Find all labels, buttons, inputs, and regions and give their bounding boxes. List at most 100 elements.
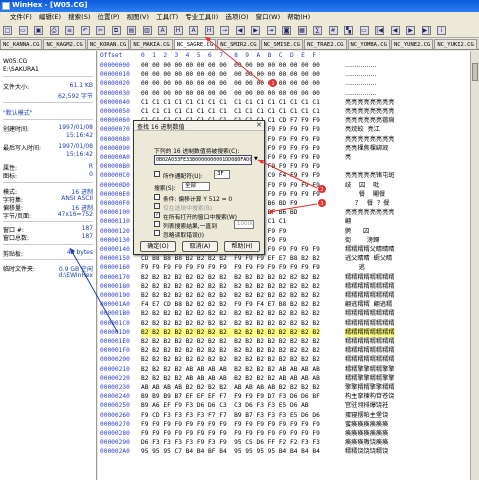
back-icon[interactable]: ◀ (235, 26, 245, 35)
undo-icon[interactable]: ↶ (80, 26, 90, 35)
row-bytes[interactable]: B2 B2 B2 B2 B2 B2 B2 B2 B2 B2 B2 B2 B2 B… (141, 319, 320, 328)
vertical-scrollbar[interactable] (470, 51, 479, 480)
goto-offset-icon[interactable]: ⇥ (266, 26, 276, 35)
row-text[interactable]: 糈糈糈糈父睛睛睛 (345, 245, 395, 254)
row-bytes[interactable]: B9 B9 B9 B7 EF EF EF F7 F9 F9 F9 D7 F3 D… (141, 392, 320, 401)
scroll-thumb[interactable] (472, 63, 478, 81)
row-bytes[interactable]: C1 C1 C1 C1 C1 C1 C1 C1 C1 C1 C1 C1 C1 C… (141, 98, 320, 107)
open-icon[interactable]: ▭ (18, 26, 28, 35)
hex-row[interactable]: 00000280 F9 F9 F9 F9 F9 F9 F9 F9 F9 F9 F9… (98, 429, 470, 438)
hex-row[interactable]: 00000240 B9 B9 B9 B7 EF EF EF F7 F9 F9 F9… (98, 392, 470, 401)
row-text[interactable]: 糈糈糈糈糈糈糈糈 (345, 337, 395, 346)
new-icon[interactable]: □ (3, 26, 12, 35)
row-text[interactable]: 糈糈糈糈糈糈糈糈 (345, 291, 395, 300)
row-bytes[interactable]: CD B8 B8 B8 B2 B2 B2 B2 F9 F9 F9 EF E7 B… (141, 254, 320, 263)
ignore-errors-checkbox[interactable] (154, 230, 160, 236)
chevron-down-icon[interactable]: ▼ (254, 156, 258, 162)
row-text[interactable]: 骻 囚 (345, 227, 369, 236)
find-text-icon[interactable]: A (158, 26, 167, 35)
properties-icon[interactable]: ≡ (65, 26, 74, 35)
menu-pro-tools[interactable]: 专业工具(I) (185, 12, 218, 23)
find-hex-icon[interactable]: H (173, 26, 183, 35)
tab-nc-kagm2-cg[interactable]: NC_KAGM2.CG (43, 39, 86, 49)
hex-row[interactable]: 00000050 C1 C1 C1 C1 C1 C1 C1 C1 C1 C1 C1… (98, 107, 470, 116)
row-text[interactable]: 亮亮亮亮亮亮亮亮 (345, 98, 395, 107)
first-icon[interactable]: |◀ (375, 26, 384, 35)
hex-row[interactable]: 00000250 B9 A6 EF F9 F3 D6 D6 C3 C3 D6 F3… (98, 401, 470, 410)
row-bytes[interactable]: 95 95 95 C7 B4 B4 BF B4 95 95 95 95 B4 B… (141, 447, 320, 456)
tab-nc-smise-cg[interactable]: NC_SMISE.CG (260, 39, 304, 49)
hex-row[interactable]: 00000040 C1 C1 C1 C1 C1 C1 C1 C1 C1 C1 C1… (98, 98, 470, 107)
row-bytes[interactable]: AB AB AB AB B2 B2 B2 B2 AB AB AB AB B2 B… (141, 383, 320, 392)
tab-nc-yomba-cg[interactable]: NC_YOMBA.CG (347, 39, 390, 49)
hex-row[interactable]: 00000180 B2 B2 B2 B2 B2 B2 B2 B2 B2 B2 B2… (98, 282, 470, 291)
row-text[interactable]: ................ (345, 89, 376, 98)
menu-position[interactable]: 位置(P) (97, 12, 119, 23)
hex-row[interactable]: 00000210 B2 B2 B2 B2 AB AB AB AB B2 B2 B2… (98, 365, 470, 374)
row-text[interactable]: 亮亮棵焦棵綁觊 (345, 144, 388, 153)
goto-icon[interactable]: → (220, 26, 229, 35)
hex-row[interactable]: 00000000 00 00 00 00 00 00 00 00 00 00 00… (98, 61, 470, 70)
menu-file[interactable]: 文件(F) (10, 12, 32, 23)
row-text[interactable]: 亮亮亮亮亮亮亮亮 (345, 208, 395, 217)
row-bytes[interactable]: B2 B2 B2 B2 B2 B2 B2 B2 B2 B2 B2 B2 B2 B… (141, 282, 320, 291)
row-bytes[interactable]: C1 C1 C1 C1 C1 C1 C1 C1 C1 C1 C1 C1 C1 C… (141, 107, 320, 116)
row-text[interactable]: 糈糈糈糈糈糈糈糈 (345, 327, 395, 337)
row-bytes[interactable]: 00 00 00 00 00 00 00 00 00 00 00 00 00 0… (141, 61, 320, 70)
row-text[interactable]: 蜜痪痪痪痪痪痪 (345, 420, 388, 429)
tab-nc-kanna-cg[interactable]: NC_KANNA.CG (0, 39, 43, 49)
hex-row[interactable]: 00000270 F9 F9 F9 F9 F9 F9 F9 F9 F9 F9 F9… (98, 420, 470, 429)
row-bytes[interactable]: B2 B2 B2 B2 B2 B2 B2 B2 B2 B2 B2 B2 B2 B… (141, 355, 320, 364)
row-text[interactable]: 亮亮亮亮亮亮亮亮 (345, 135, 395, 144)
tab-nc-yune2-cg[interactable]: NC_YUNE2.CG (390, 39, 434, 49)
hex-row[interactable]: 00000260 F9 CD F3 F3 F3 F3 F7 F7 B9 B7 F3… (98, 411, 470, 420)
row-bytes[interactable]: B2 B2 B2 B2 AB AB AB AB B2 B2 B2 B2 AB A… (141, 374, 320, 383)
row-text[interactable]: 翩逃糈糈 翩逃糈 (345, 300, 392, 309)
row-bytes[interactable]: B2 B2 B2 B2 B2 B2 B2 B2 B2 B2 B2 B2 B2 B… (141, 273, 320, 282)
search-scope-select[interactable]: 全部 (182, 182, 210, 191)
hex-row[interactable]: 00000160 F9 F9 F9 F9 F9 F9 F9 F9 F9 F9 F9… (98, 263, 470, 272)
copy-icon[interactable]: ⧉ (111, 26, 121, 35)
row-text[interactable]: 构主挛楝构苷苍饶 (345, 392, 395, 401)
row-text[interactable]: ................ (345, 61, 376, 70)
row-text[interactable]: 痪痪痪嗷饶痪痪 (345, 438, 388, 447)
row-text[interactable]: 歧 囚 吡 (345, 181, 379, 190)
list-results-checkbox[interactable] (154, 221, 160, 227)
row-text[interactable]: 翩 (345, 217, 351, 226)
folder-icon[interactable]: ▭ (359, 26, 369, 35)
row-text[interactable]: 糈糈擎擎糈糈擎擎 (345, 374, 395, 383)
hex-row[interactable]: 000001C0 B2 B2 B2 B2 B2 B2 B2 B2 B2 B2 B2… (98, 319, 470, 328)
row-bytes[interactable]: B2 B2 B2 B2 AB AB AB AB B2 B2 B2 B2 AB A… (141, 365, 320, 374)
tab-nc-koran-cg[interactable]: NC_KORAN.CG (86, 39, 130, 49)
hex-row[interactable]: 00000290 D6 F3 F3 F3 F3 F9 F3 F9 95 C5 D6… (98, 438, 470, 447)
hex-row[interactable]: 00000170 B2 B2 B2 B2 B2 B2 B2 B2 B2 B2 B2… (98, 273, 470, 282)
row-text[interactable]: 糈糈糈糈糈糈糈糈 (345, 346, 395, 355)
row-text[interactable]: 亮烷蛟 亮江 (345, 125, 380, 134)
row-text[interactable]: 糈糈糈糈糈糈糈糈 (345, 309, 395, 318)
menu-options[interactable]: 选项(O) (225, 12, 248, 23)
tab-nc-sagre-cg[interactable]: NC_SAGRE.CG (173, 39, 217, 49)
row-text[interactable]: 糈糈饶饶饶糈饶 (345, 447, 388, 456)
hex-row[interactable]: 00000030 00 00 00 00 00 00 00 00 00 00 00… (98, 89, 470, 98)
hash-icon[interactable]: # (328, 26, 338, 35)
row-text[interactable]: 亮亮亮亮亮锗屯斑 (345, 171, 395, 180)
row-text[interactable]: 蛋寝摆帕主堡饶 (345, 411, 388, 420)
save-icon[interactable]: ▣ (34, 26, 43, 35)
row-bytes[interactable]: F9 F9 F9 F9 F9 F9 F9 F9 F9 F9 F9 F9 F9 F… (141, 263, 320, 272)
row-bytes[interactable]: F9 F9 F9 F9 F9 F9 F9 F9 F9 F9 F9 F9 F9 F… (141, 429, 320, 438)
menu-tools[interactable]: 工具(T) (156, 12, 178, 23)
row-text[interactable]: ................ (345, 79, 376, 88)
cut-icon[interactable]: ✂ (96, 26, 105, 35)
row-bytes[interactable]: 00 00 00 00 00 00 00 00 00 00 00 00 00 0… (141, 89, 320, 98)
wildcard-checkbox[interactable] (154, 171, 160, 177)
row-text[interactable]: 糈糈糈糈糈糈糈糈 (345, 319, 395, 328)
row-text[interactable]: ................ (345, 70, 376, 79)
row-bytes[interactable]: 00 00 00 00 00 00 00 00 00 00 00 00 00 0… (141, 70, 320, 79)
tab-nc-makia-cg[interactable]: NC_MAKIA.CG (130, 39, 173, 49)
hex-row[interactable]: 000001A0 F4 E7 CD B8 B2 B2 B2 B2 F9 F9 F4… (98, 300, 470, 309)
row-text[interactable]: 糈糈擎擎糈糈擎擎 (345, 365, 395, 374)
hex-row[interactable]: 00000150 CD B8 B8 B8 B2 B2 B2 B2 F9 F9 F9… (98, 254, 470, 263)
tab-nc-yuki2-cg[interactable]: NC_YUKI2.CG (434, 39, 477, 49)
menu-edit[interactable]: 编辑(E) (39, 12, 61, 23)
hex-value-input[interactable]: 0B02A033FE33B0000000001DD080FAD00 (154, 155, 252, 165)
